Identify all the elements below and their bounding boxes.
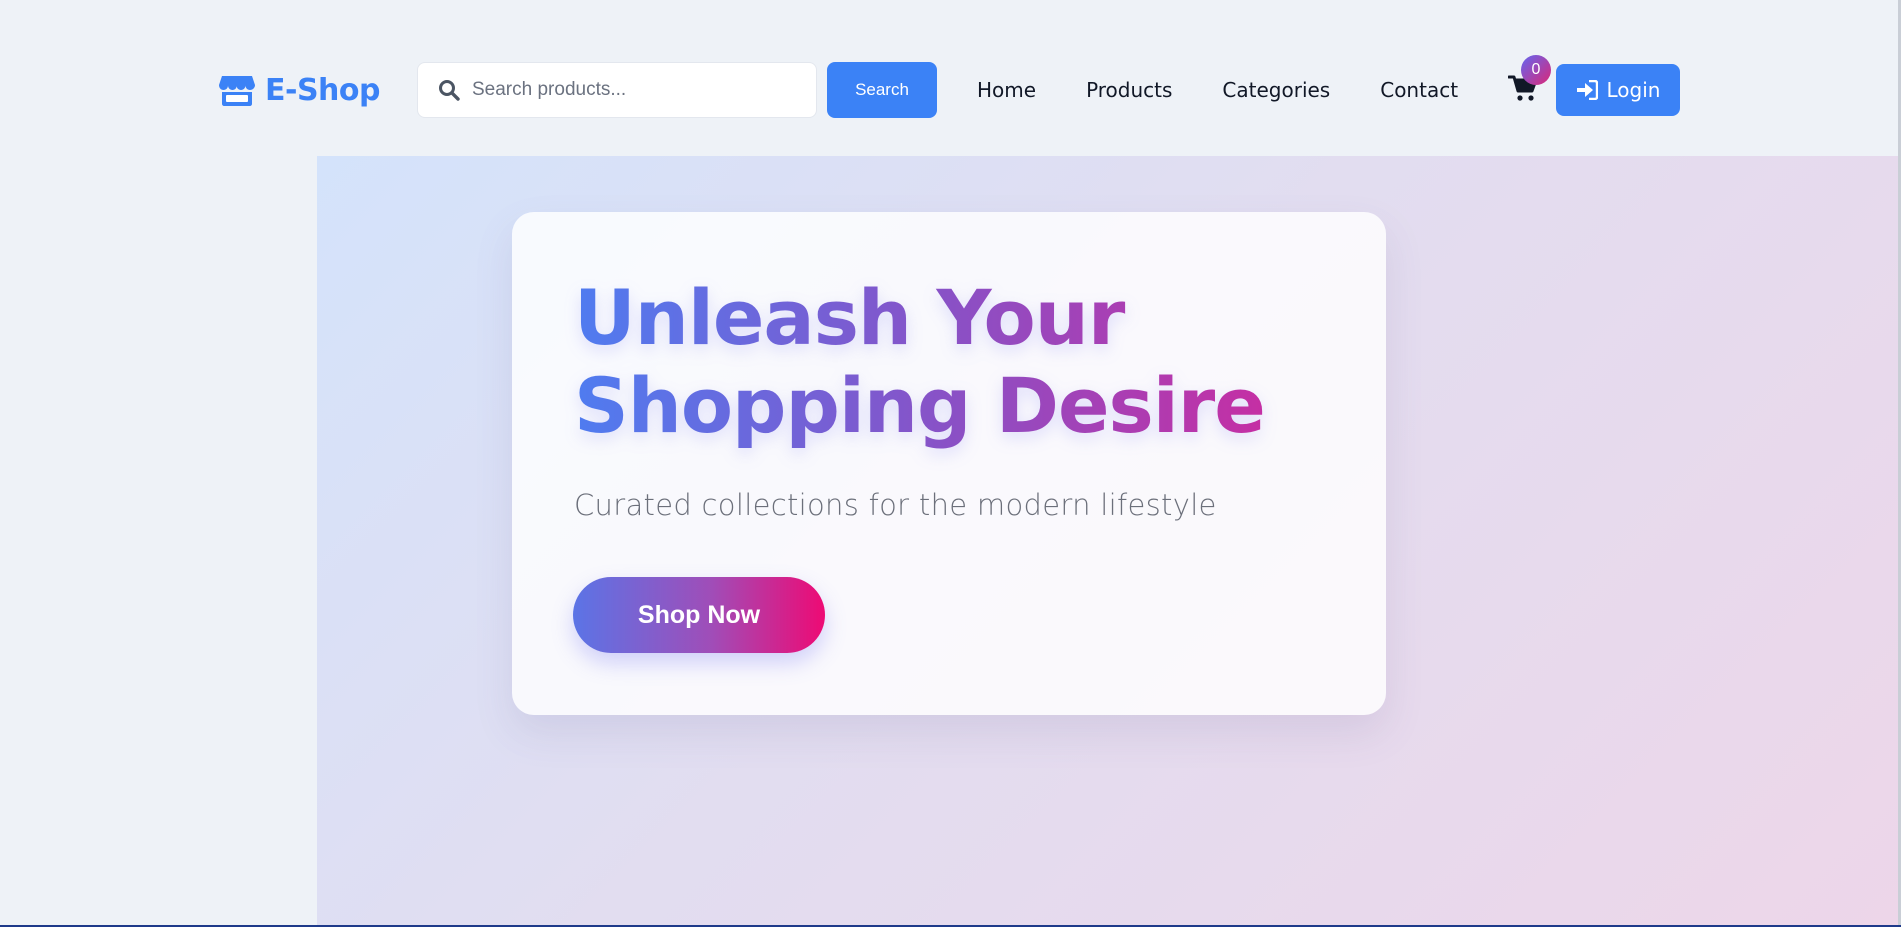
- search-icon: [439, 80, 460, 101]
- hero-subtitle: Curated collections for the modern lifes…: [574, 488, 1217, 522]
- login-icon: [1576, 80, 1598, 100]
- brand-name: E-Shop: [265, 72, 381, 108]
- nav-item-home[interactable]: Home: [977, 78, 1036, 102]
- hero-card: Unleash Your Shopping Desire Curated col…: [512, 212, 1386, 715]
- nav-item-categories[interactable]: Categories: [1222, 78, 1330, 102]
- hero-title: Unleash Your Shopping Desire: [574, 274, 1354, 450]
- search-button[interactable]: Search: [827, 62, 937, 118]
- main-nav: Home Products Categories Contact: [977, 70, 1508, 110]
- store-icon: [219, 76, 255, 106]
- search-box: [417, 62, 817, 118]
- hero-section: Unleash Your Shopping Desire Curated col…: [317, 156, 1901, 927]
- brand-logo[interactable]: E-Shop: [219, 70, 381, 110]
- site-header: E-Shop Search Home Products Categories C…: [0, 0, 1901, 156]
- nav-item-contact[interactable]: Contact: [1380, 78, 1458, 102]
- login-label: Login: [1606, 78, 1661, 102]
- nav-item-products[interactable]: Products: [1086, 78, 1172, 102]
- hero-title-line2: Shopping Desire: [574, 361, 1265, 450]
- search-input[interactable]: [472, 70, 802, 110]
- cart-count-badge: 0: [1521, 55, 1551, 85]
- hero-title-line1: Unleash Your: [574, 273, 1125, 362]
- shop-now-button[interactable]: Shop Now: [573, 577, 825, 653]
- login-button[interactable]: Login: [1556, 64, 1680, 116]
